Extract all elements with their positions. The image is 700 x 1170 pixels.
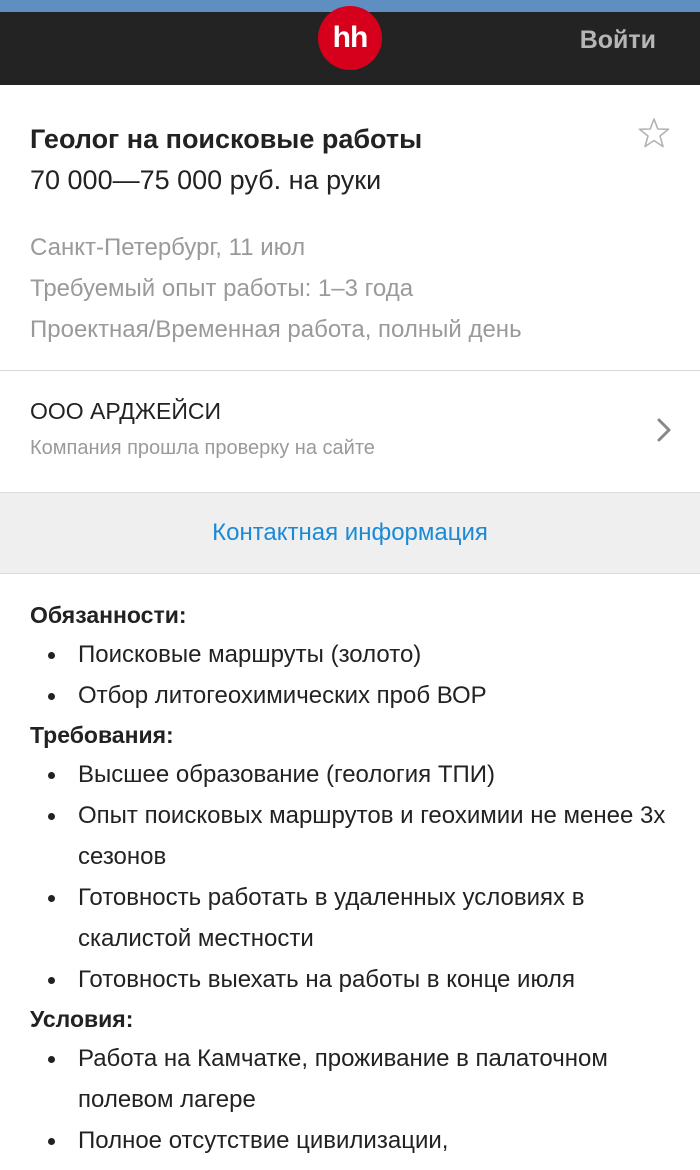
list-item: Опыт поисковых маршрутов и геохимии не м… bbox=[30, 795, 670, 877]
list-item: Работа на Камчатке, проживание в палаточ… bbox=[30, 1038, 670, 1120]
duties-heading: Обязанности: bbox=[30, 602, 187, 628]
contact-info-label: Контактная информация bbox=[212, 519, 488, 546]
vacancy-meta: Санкт-Петербург, 11 июл Требуемый опыт р… bbox=[30, 227, 670, 350]
vacancy-location-date: Санкт-Петербург, 11 июл bbox=[30, 234, 306, 261]
vacancy-experience: Требуемый опыт работы: 1–3 года bbox=[30, 275, 414, 302]
company-verified-text: Компания прошла проверку на сайте bbox=[30, 437, 375, 459]
favorite-star-icon[interactable] bbox=[638, 117, 670, 149]
vacancy-employment: Проектная/Временная работа, полный день bbox=[30, 316, 522, 343]
company-row[interactable]: ООО АРДЖЕЙСИ Компания прошла проверку на… bbox=[0, 371, 700, 492]
vacancy-salary: 70 000—75 000 руб. на руки bbox=[30, 165, 382, 195]
list-item: Готовность выехать на работы в конце июл… bbox=[30, 959, 670, 1000]
conditions-list: Работа на Камчатке, проживание в палаточ… bbox=[30, 1038, 670, 1161]
contact-info-button[interactable]: Контактная информация bbox=[0, 492, 700, 574]
login-button[interactable]: Войти bbox=[580, 26, 656, 55]
list-item: Полное отсутствие цивилизации, bbox=[30, 1120, 670, 1161]
list-item: Поисковые маршруты (золото) bbox=[30, 634, 670, 675]
requirements-heading: Требования: bbox=[30, 722, 174, 748]
list-item: Отбор литогеохимических проб ВОР bbox=[30, 675, 670, 716]
top-header: hh Войти bbox=[0, 6, 700, 85]
vacancy-summary: Геолог на поисковые работы 70 000—75 000… bbox=[0, 85, 700, 370]
vacancy-description: Обязанности: Поисковые маршруты (золото)… bbox=[0, 574, 700, 1161]
vacancy-title: Геолог на поисковые работы bbox=[30, 124, 423, 154]
list-item: Готовность работать в удаленных условиях… bbox=[30, 877, 670, 959]
conditions-heading: Условия: bbox=[30, 1006, 134, 1032]
duties-list: Поисковые маршруты (золото) Отбор литоге… bbox=[30, 634, 670, 716]
chevron-right-icon bbox=[657, 418, 671, 442]
company-name: ООО АРДЖЕЙСИ bbox=[30, 398, 222, 424]
requirements-list: Высшее образование (геология ТПИ) Опыт п… bbox=[30, 754, 670, 1000]
list-item: Высшее образование (геология ТПИ) bbox=[30, 754, 670, 795]
hh-logo[interactable]: hh bbox=[318, 6, 382, 70]
